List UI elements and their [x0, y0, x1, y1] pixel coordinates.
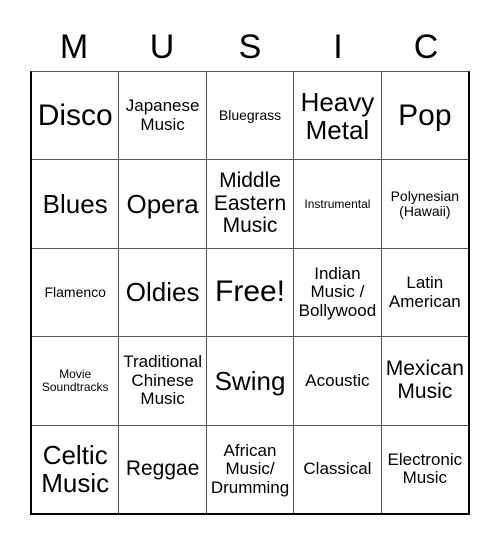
bingo-cell-r5-c5[interactable]: Electronic Music: [380, 425, 468, 514]
bingo-cell-label: Opera: [126, 189, 199, 220]
bingo-cell-r2-c5[interactable]: Polynesian (Hawaii): [380, 160, 468, 248]
bingo-row: Movie Soundtracks Traditional Chinese Music S…: [32, 336, 468, 425]
bingo-cell-r4-c1[interactable]: Movie Soundtracks: [32, 337, 118, 424]
bingo-cell-label: Bluegrass: [218, 107, 282, 124]
bingo-cell-r4-c2[interactable]: Traditional Chinese Music: [118, 337, 205, 425]
bingo-cell-label: Electronic Music: [387, 449, 463, 488]
bingo-cell-r1-c5[interactable]: Pop: [380, 72, 468, 160]
bingo-cell-label: Blues: [42, 189, 108, 220]
bingo-grid: Disco Japanese Music Bluegrass Heavy Metal Pop…: [30, 71, 470, 515]
bingo-cell-r1-c3[interactable]: Bluegrass: [205, 72, 293, 160]
bingo-cell-label: Traditional Chinese Music: [123, 352, 202, 409]
bingo-cell-label: Polynesian (Hawaii): [390, 188, 460, 220]
bingo-cell-label: Indian Music / Bollywood: [298, 263, 377, 320]
bingo-cell-r3-c3[interactable]: Free!: [205, 248, 293, 337]
bingo-cell-label: Acoustic: [305, 370, 370, 390]
bingo-cell-label: Mexican Music: [385, 357, 464, 403]
bingo-cell-r4-c5[interactable]: Mexican Music: [380, 337, 468, 425]
bingo-row: Flamenco Oldies Free! Indian Music / Bollywoo…: [32, 247, 468, 337]
bingo-cell-r1-c2[interactable]: Japanese Music: [118, 72, 205, 160]
bingo-cell-r3-c1[interactable]: Flamenco: [32, 249, 118, 336]
header-letter-4: I: [333, 28, 343, 66]
header-letter-3: S: [238, 28, 262, 66]
bingo-cell-r4-c3[interactable]: Swing: [205, 337, 293, 425]
bingo-cell-label: Instrumental: [304, 196, 371, 211]
bingo-cell-r1-c4[interactable]: Heavy Metal: [293, 72, 380, 160]
bingo-header: M U S I C: [30, 18, 470, 66]
bingo-cell-label: Swing: [214, 365, 286, 396]
bingo-cell-r5-c4[interactable]: Classical: [293, 425, 380, 514]
bingo-cell-label: Disco: [37, 98, 113, 132]
bingo-cell-label: Middle Eastern Music: [213, 169, 287, 238]
bingo-cell-r2-c1[interactable]: Blues: [32, 160, 118, 247]
bingo-cell-label: Free!: [215, 275, 286, 309]
header-letter-5: C: [413, 28, 439, 66]
bingo-cell-label: Classical: [303, 459, 372, 479]
bingo-cell-r3-c5[interactable]: Latin American: [380, 248, 468, 337]
bingo-cell-label: Japanese Music: [125, 96, 200, 134]
bingo-cell-label: Movie Soundtracks: [41, 366, 109, 394]
bingo-cell-r3-c4[interactable]: Indian Music / Bollywood: [293, 248, 380, 337]
bingo-row: Disco Japanese Music Bluegrass Heavy Metal Pop: [32, 72, 468, 160]
bingo-cell-r3-c2[interactable]: Oldies: [118, 248, 205, 337]
bingo-cell-label: Flamenco: [44, 283, 106, 300]
bingo-cell-r2-c3[interactable]: Middle Eastern Music: [205, 160, 293, 248]
bingo-cell-r2-c4[interactable]: Instrumental: [293, 160, 380, 248]
bingo-cell-r5-c3[interactable]: African Music/Drumming: [205, 425, 293, 514]
bingo-cell-label: African Music/Drumming: [210, 440, 290, 497]
bingo-card: M U S I C Disco Japanese Music Bluegrass Hea…: [0, 0, 500, 544]
bingo-cell-r1-c1[interactable]: Disco: [32, 72, 118, 159]
bingo-cell-label: Celtic Music: [41, 440, 110, 499]
bingo-cell-label: Heavy Metal: [300, 86, 375, 145]
bingo-row: Celtic Music Reggae African Music/Drumming Cl…: [32, 424, 468, 514]
bingo-cell-r5-c1[interactable]: Celtic Music: [32, 426, 118, 513]
bingo-cell-r4-c4[interactable]: Acoustic: [293, 337, 380, 425]
bingo-cell-r2-c2[interactable]: Opera: [118, 160, 205, 248]
bingo-cell-label: Oldies: [125, 277, 200, 308]
header-letter-1: M: [59, 28, 89, 66]
bingo-cell-r5-c2[interactable]: Reggae: [118, 425, 205, 514]
bingo-cell-label: Reggae: [125, 456, 200, 480]
bingo-row: Blues Opera Middle Eastern Music Instrumental…: [32, 159, 468, 248]
header-letter-2: U: [149, 28, 175, 66]
bingo-cell-label: Pop: [398, 98, 452, 132]
bingo-cell-label: Latin American: [388, 273, 461, 311]
